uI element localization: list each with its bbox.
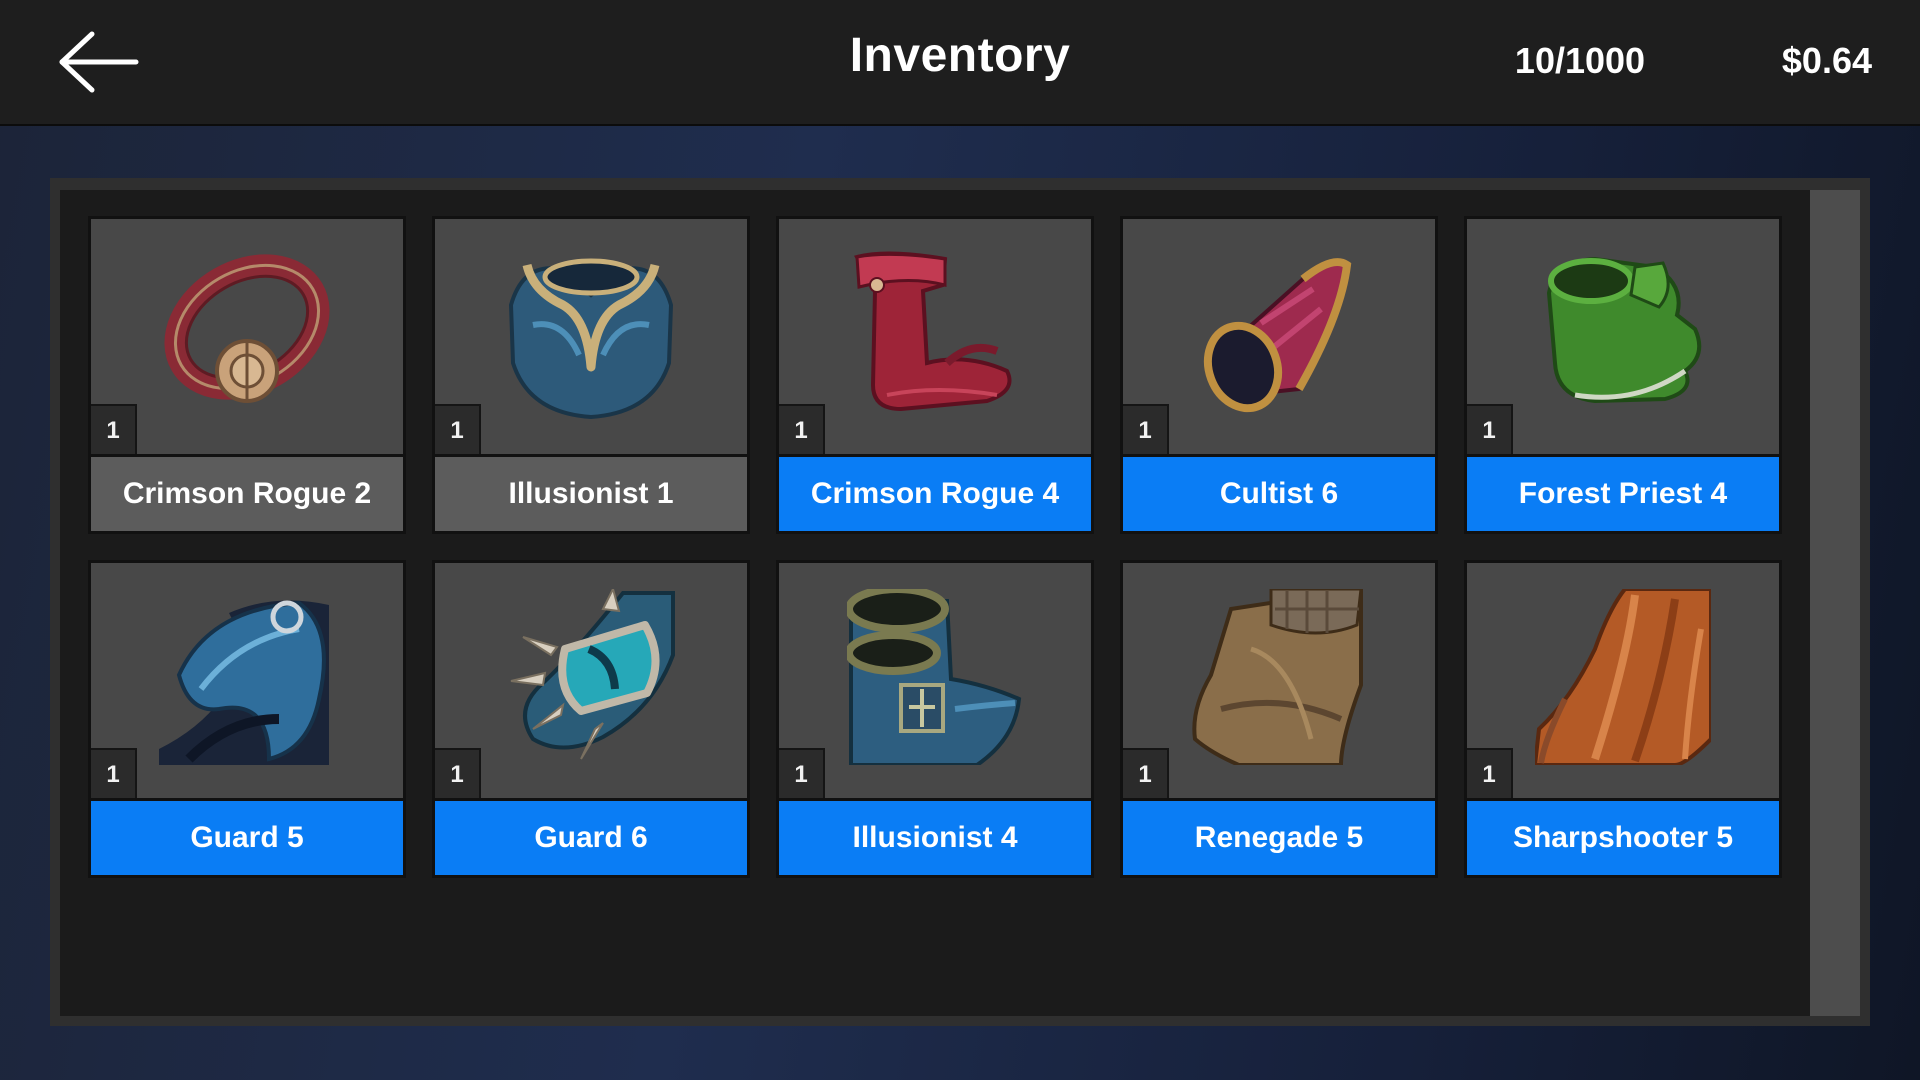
item-quantity: 1 — [435, 748, 481, 798]
leather-cloak-icon — [1192, 589, 1363, 765]
item-label: Crimson Rogue 4 — [779, 457, 1091, 531]
item-quantity: 1 — [1123, 404, 1169, 454]
item-quantity: 1 — [91, 748, 137, 798]
item-image — [1467, 563, 1779, 798]
item-label: Crimson Rogue 2 — [91, 457, 403, 531]
item-card[interactable]: 1 Illusionist 4 — [776, 560, 1094, 878]
item-label: Sharpshooter 5 — [1467, 801, 1779, 875]
item-card[interactable]: 1 Cultist 6 — [1120, 216, 1438, 534]
item-label: Renegade 5 — [1123, 801, 1435, 875]
item-label: Illusionist 1 — [435, 457, 747, 531]
item-quantity: 1 — [779, 748, 825, 798]
item-quantity: 1 — [779, 404, 825, 454]
item-label: Guard 5 — [91, 801, 403, 875]
item-card[interactable]: 1 Forest Priest 4 — [1464, 216, 1782, 534]
item-quantity: 1 — [1467, 748, 1513, 798]
item-image — [1123, 563, 1435, 798]
item-image — [1123, 219, 1435, 454]
item-card[interactable]: 1 Crimson Rogue 4 — [776, 216, 1094, 534]
item-image — [91, 219, 403, 454]
item-card[interactable]: 1 Crimson Rogue 2 — [88, 216, 406, 534]
crimson-boots-icon — [854, 251, 1012, 412]
item-card[interactable]: 1 Renegade 5 — [1120, 560, 1438, 878]
item-quantity: 1 — [1467, 404, 1513, 454]
item-card[interactable]: 1 Sharpshooter 5 — [1464, 560, 1782, 878]
wallet-balance: $0.64 — [1781, 40, 1872, 81]
crimson-bracer-icon — [1203, 258, 1352, 413]
item-image — [91, 563, 403, 798]
blue-chest-armor-icon — [508, 258, 674, 420]
orange-cape-icon — [1535, 589, 1711, 765]
scrollbar[interactable] — [1810, 190, 1860, 1016]
crimson-bracelet-icon — [164, 254, 330, 403]
item-quantity: 1 — [1123, 748, 1169, 798]
item-label: Forest Priest 4 — [1467, 457, 1779, 531]
item-label: Illusionist 4 — [779, 801, 1091, 875]
blue-cape-icon — [159, 600, 329, 765]
item-label: Cultist 6 — [1123, 457, 1435, 531]
item-card[interactable]: 1 Guard 6 — [432, 560, 750, 878]
item-image — [779, 219, 1091, 454]
item-image — [1467, 219, 1779, 454]
item-image — [435, 219, 747, 454]
spiked-gauntlet-icon — [510, 589, 675, 760]
item-quantity: 1 — [91, 404, 137, 454]
blue-boots-icon — [847, 589, 1022, 765]
inventory-grid-area: 1 Crimson Rogue 2 1 Illusionist 1 1 Crim… — [60, 190, 1860, 1016]
item-card[interactable]: 1 Guard 5 — [88, 560, 406, 878]
top-bar: Inventory 10/1000 $0.64 — [0, 0, 1920, 126]
item-label: Guard 6 — [435, 801, 747, 875]
green-boots-icon — [1546, 256, 1702, 404]
item-quantity: 1 — [435, 404, 481, 454]
item-card[interactable]: 1 Illusionist 1 — [432, 216, 750, 534]
inventory-capacity: 10/1000 — [1514, 40, 1646, 81]
item-image — [435, 563, 747, 798]
inventory-panel: 1 Crimson Rogue 2 1 Illusionist 1 1 Crim… — [50, 178, 1870, 1026]
item-grid: 1 Crimson Rogue 2 1 Illusionist 1 1 Crim… — [88, 216, 1782, 878]
item-image — [779, 563, 1091, 798]
